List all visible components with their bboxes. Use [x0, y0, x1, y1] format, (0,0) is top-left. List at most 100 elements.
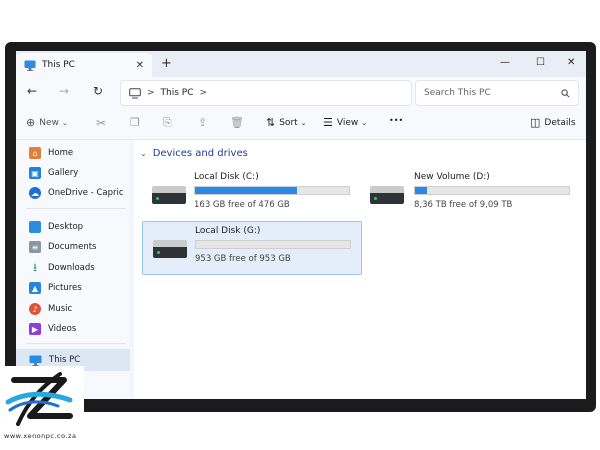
tab-title: This PC — [42, 60, 75, 70]
view-label: View — [336, 117, 359, 128]
drive-name: New Volume (D:) — [414, 172, 490, 182]
sidebar-item-label: Pictures — [48, 283, 82, 293]
drive-usage-fill — [195, 187, 297, 194]
sidebar-item-label: OneDrive - Capric — [48, 188, 124, 198]
sidebar-item-label: Desktop — [48, 222, 84, 232]
drive-free-space: 953 GB free of 953 GB — [195, 254, 291, 264]
hard-drive-icon — [153, 240, 187, 260]
drive-free-space: 163 GB free of 476 GB — [194, 200, 290, 210]
xenonpc-logo-mark — [5, 372, 73, 426]
search-box[interactable]: Search This PC — [415, 80, 579, 106]
sidebar-item-gallery[interactable]: ▣ Gallery — [16, 163, 130, 183]
maximize-button[interactable]: ☐ — [536, 57, 545, 68]
sidebar-item-label: Music — [48, 304, 73, 314]
hard-drive-icon — [152, 186, 186, 206]
documents-icon: ≡ — [29, 241, 41, 253]
back-button[interactable]: ← — [27, 84, 37, 98]
download-icon: ⭳ — [33, 260, 37, 274]
content-pane: ⌄ Devices and drives Local Disk (C:) 163… — [134, 140, 586, 399]
view-button[interactable]: ☰ View ⌄ — [323, 116, 367, 129]
refresh-button[interactable]: ↻ — [93, 84, 103, 98]
sidebar-item-label: Documents — [48, 242, 97, 252]
logo-url: www.xenonpc.co.za — [4, 432, 77, 440]
drive-usage-fill — [415, 187, 428, 194]
drive-usage-bar — [194, 186, 350, 195]
close-tab-icon[interactable]: ✕ — [136, 60, 144, 71]
forward-button[interactable]: → — [59, 84, 69, 98]
home-icon: ⌂ — [29, 147, 41, 159]
share-icon[interactable]: ⇪ — [198, 116, 207, 129]
sidebar-item-label: Videos — [48, 324, 77, 334]
minimize-button[interactable]: — — [500, 57, 510, 68]
sort-icon: ⇅ — [266, 116, 276, 129]
drive-tile-d[interactable]: New Volume (D:) 8,36 TB free of 9,09 TB — [360, 168, 578, 220]
details-pane-icon: ◫ — [530, 116, 541, 129]
copy-icon[interactable]: ❐ — [130, 116, 140, 129]
paste-icon[interactable]: ⎘ — [163, 116, 172, 130]
new-tab-button[interactable]: + — [161, 56, 172, 71]
view-icon: ☰ — [323, 116, 333, 129]
drive-usage-bar — [414, 186, 570, 195]
delete-icon[interactable]: 🗑 — [230, 116, 244, 129]
sidebar-item-onedrive[interactable]: ☁ OneDrive - Capric — [16, 183, 130, 203]
chevron-down-icon: ⌄ — [140, 149, 147, 158]
xenonpc-logo: www.xenonpc.co.za — [0, 366, 84, 450]
pc-outline-icon — [129, 87, 141, 98]
sidebar-item-downloads[interactable]: ⭳ Downloads — [16, 258, 130, 278]
drive-name: Local Disk (C:) — [194, 172, 259, 182]
sidebar-item-label: This PC — [49, 355, 81, 365]
sidebar-item-label: Home — [48, 148, 74, 158]
address-bar[interactable]: > This PC > — [120, 80, 412, 106]
search-input[interactable]: Search This PC — [424, 88, 561, 98]
sidebar-divider — [26, 343, 126, 344]
sidebar-item-home[interactable]: ⌂ Home — [16, 143, 130, 163]
file-explorer-window: This PC ✕ + — ☐ ✕ ← → ↻ > This PC > Sear… — [16, 51, 586, 399]
cut-icon[interactable]: ✂ — [96, 116, 106, 130]
drive-free-space: 8,36 TB free of 9,09 TB — [414, 200, 513, 210]
hard-drive-icon — [370, 186, 404, 206]
sidebar-item-music[interactable]: ♪ Music — [16, 299, 130, 319]
sort-button[interactable]: ⇅ Sort ⌄ — [266, 116, 307, 129]
details-button[interactable]: ◫ Details — [530, 116, 576, 129]
videos-icon: ▶ — [29, 323, 41, 335]
sidebar-item-label: Gallery — [48, 168, 79, 178]
tab-bar: This PC ✕ + — ☐ ✕ — [16, 51, 586, 77]
sidebar-item-documents[interactable]: ≡ Documents — [16, 237, 130, 257]
drive-usage-bar — [195, 240, 351, 249]
breadcrumb-chevron[interactable]: > — [200, 88, 208, 98]
sidebar-item-desktop[interactable]: Desktop — [16, 217, 130, 237]
drive-tile-g[interactable]: Local Disk (G:) 953 GB free of 953 GB — [142, 221, 362, 275]
pictures-icon: ▲ — [29, 282, 41, 294]
breadcrumb-separator: > — [147, 88, 155, 98]
cloud-icon: ☁ — [29, 187, 41, 199]
drive-name: Local Disk (G:) — [195, 226, 261, 236]
sidebar-item-label: Downloads — [48, 263, 95, 273]
gallery-icon: ▣ — [29, 167, 41, 179]
breadcrumb-this-pc[interactable]: This PC — [161, 88, 194, 98]
drive-tile-c[interactable]: Local Disk (C:) 163 GB free of 476 GB — [142, 168, 360, 220]
command-bar: ⊕ New ⌄ ✂ ❐ ⎘ ⇪ 🗑 ⇅ Sort ⌄ ☰ View ⌄ ••• … — [16, 107, 586, 140]
new-button[interactable]: ⊕ New ⌄ — [26, 116, 68, 129]
sidebar-divider — [26, 208, 126, 209]
sidebar-item-pictures[interactable]: ▲ Pictures — [16, 278, 130, 298]
plus-circle-icon: ⊕ — [26, 116, 36, 129]
sort-label: Sort — [279, 117, 298, 128]
chevron-down-icon: ⌄ — [61, 118, 68, 127]
chevron-down-icon: ⌄ — [300, 118, 307, 127]
sidebar-item-videos[interactable]: ▶ Videos — [16, 319, 130, 339]
search-icon — [561, 88, 570, 97]
more-options-icon[interactable]: ••• — [389, 116, 403, 125]
group-title: Devices and drives — [152, 148, 248, 159]
pc-icon — [24, 60, 36, 71]
details-label: Details — [544, 117, 576, 128]
navigation-pane: ⌂ Home ▣ Gallery ☁ OneDrive - Capric Des… — [16, 140, 130, 399]
address-row: ← → ↻ > This PC > Search This PC — [16, 77, 586, 107]
close-window-button[interactable]: ✕ — [567, 57, 575, 68]
music-icon: ♪ — [29, 303, 41, 315]
pc-icon — [29, 355, 42, 366]
new-label: New — [39, 117, 59, 128]
tab-this-pc[interactable]: This PC ✕ — [16, 53, 152, 77]
chevron-down-icon: ⌄ — [361, 118, 368, 127]
desktop-icon — [29, 221, 41, 233]
group-header-devices[interactable]: ⌄ Devices and drives — [140, 148, 248, 159]
